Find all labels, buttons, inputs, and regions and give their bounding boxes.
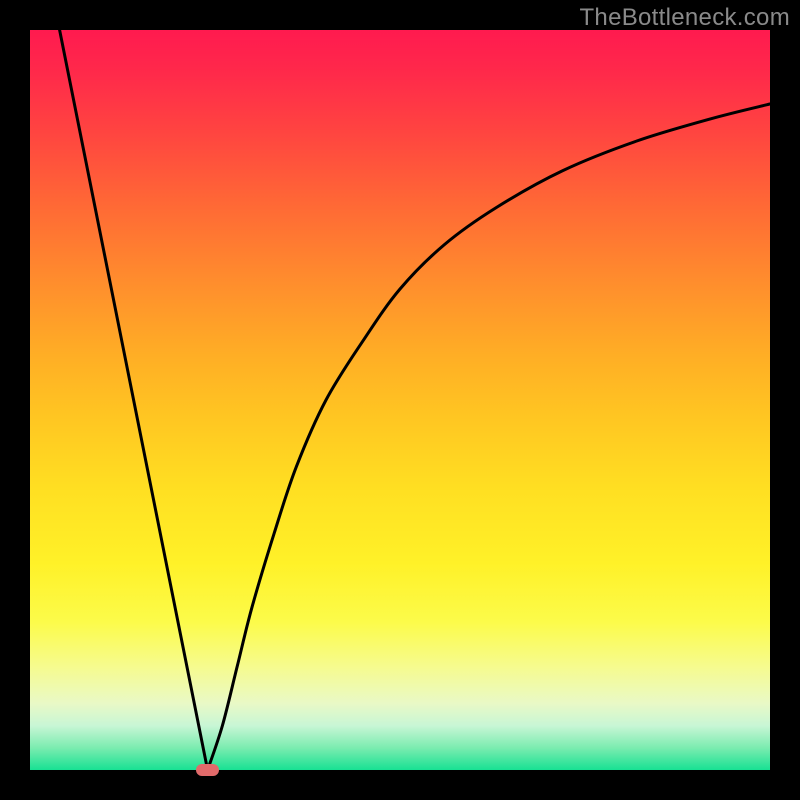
curve-layer [30, 30, 770, 770]
chart-frame: TheBottleneck.com [0, 0, 800, 800]
bottleneck-marker [196, 764, 220, 776]
right-curve [208, 104, 770, 770]
left-line [60, 30, 208, 770]
plot-area [30, 30, 770, 770]
watermark-text: TheBottleneck.com [579, 4, 790, 32]
